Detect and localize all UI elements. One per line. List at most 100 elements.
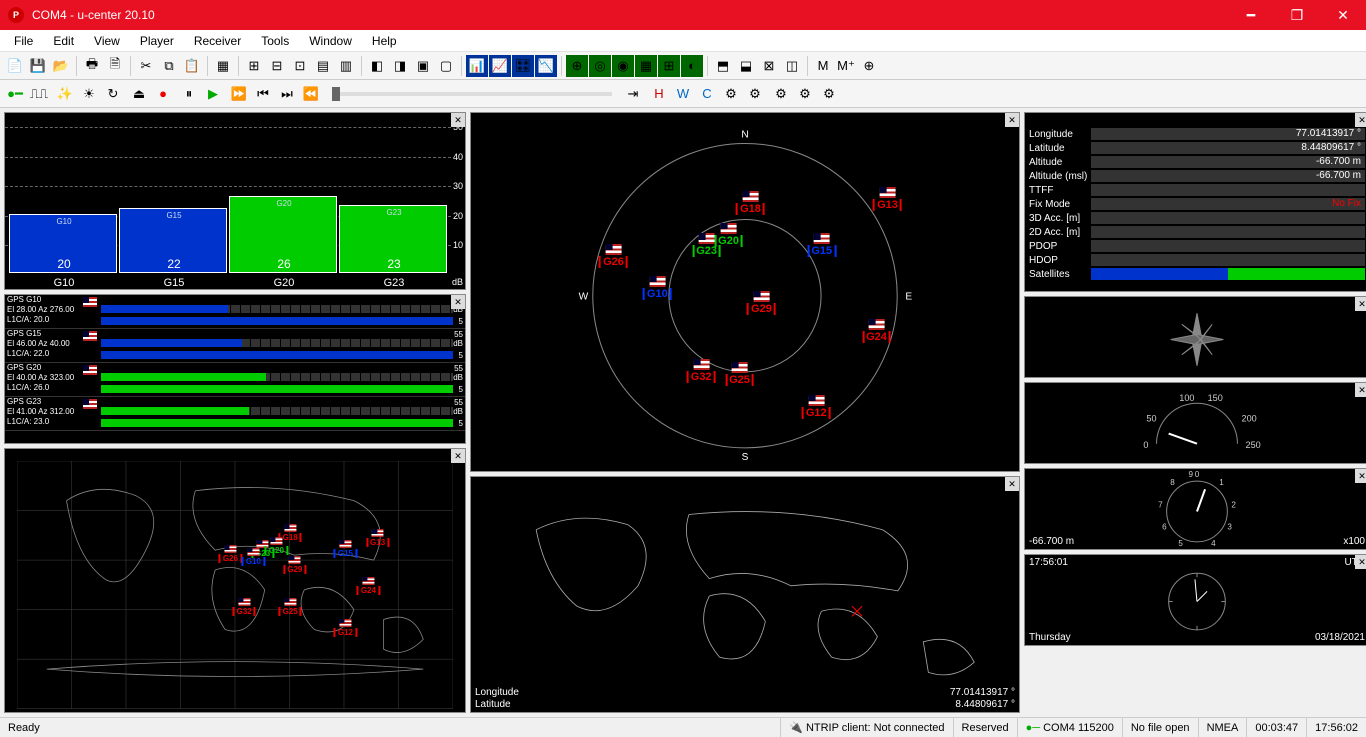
wand-icon[interactable]: ✨ bbox=[54, 83, 76, 105]
open-icon[interactable]: 📂 bbox=[50, 55, 72, 77]
sat-marker: G24 bbox=[357, 577, 380, 595]
sun-icon[interactable]: ☀ bbox=[78, 83, 100, 105]
svg-text:2: 2 bbox=[1231, 500, 1236, 509]
svg-text:0: 0 bbox=[1143, 440, 1148, 450]
msg2-icon[interactable]: ⬓ bbox=[735, 55, 757, 77]
dock4-icon[interactable]: 📉 bbox=[535, 55, 557, 77]
gear2-icon[interactable]: ⚙ bbox=[744, 83, 766, 105]
view1-icon[interactable]: ⊞ bbox=[243, 55, 265, 77]
svg-text:150: 150 bbox=[1208, 393, 1223, 403]
dock1-icon[interactable]: 📊 bbox=[466, 55, 488, 77]
menu-file[interactable]: File bbox=[4, 31, 43, 51]
pane-close-icon[interactable]: ✕ bbox=[1355, 469, 1366, 483]
win2-icon[interactable]: ◎ bbox=[589, 55, 611, 77]
sat-marker: G25 bbox=[725, 362, 754, 386]
gnss3-icon[interactable]: ⚙ bbox=[818, 83, 840, 105]
clock-pane: ✕ 17:56:01 UTC Thursday 03/18/2021 bbox=[1024, 554, 1366, 646]
step-back-icon[interactable]: ⏮ bbox=[252, 83, 274, 105]
maximize-button[interactable]: ❐ bbox=[1274, 0, 1320, 30]
win1-icon[interactable]: ⊕ bbox=[566, 55, 588, 77]
view5-icon[interactable]: ▥ bbox=[335, 55, 357, 77]
sat-marker: G32 bbox=[233, 598, 256, 616]
win4-icon[interactable]: ▦ bbox=[635, 55, 657, 77]
connect-icon[interactable]: ●━ bbox=[4, 83, 26, 105]
dock2-icon[interactable]: 📈 bbox=[489, 55, 511, 77]
pane-close-icon[interactable]: ✕ bbox=[451, 113, 465, 127]
hot-h-icon[interactable]: H bbox=[648, 83, 670, 105]
tool-a-icon[interactable]: ▦ bbox=[212, 55, 234, 77]
menu-receiver[interactable]: Receiver bbox=[184, 31, 251, 51]
sat-row: GPS G23El 41.00 Az 312.00L1C/A: 23.0 55d… bbox=[5, 397, 465, 431]
pane-close-icon[interactable]: ✕ bbox=[1355, 555, 1366, 569]
reset-icon[interactable]: ↻ bbox=[102, 83, 124, 105]
pane-close-icon[interactable]: ✕ bbox=[1005, 477, 1019, 491]
deviation-map-pane: ✕ Longitude 77.01413917 ° Latitude 8.448… bbox=[470, 476, 1020, 713]
pane-close-icon[interactable]: ✕ bbox=[451, 449, 465, 463]
layout1-icon[interactable]: ◧ bbox=[366, 55, 388, 77]
pane-close-icon[interactable]: ✕ bbox=[1355, 113, 1366, 127]
paste-icon[interactable]: 📋 bbox=[181, 55, 203, 77]
dock3-icon[interactable]: 🎛 bbox=[512, 55, 534, 77]
win5-icon[interactable]: ⊞ bbox=[658, 55, 680, 77]
menu-tools[interactable]: Tools bbox=[251, 31, 299, 51]
win6-icon[interactable]: ◐ bbox=[681, 55, 703, 77]
player-slider[interactable] bbox=[332, 92, 612, 96]
pane-close-icon[interactable]: ✕ bbox=[1355, 297, 1366, 311]
cfg3-icon[interactable]: ⊕ bbox=[858, 55, 880, 77]
pane-close-icon[interactable]: ✕ bbox=[451, 295, 465, 309]
end-icon[interactable]: ⇥ bbox=[622, 83, 644, 105]
cfg2-icon[interactable]: M⁺ bbox=[835, 55, 857, 77]
print-icon[interactable]: 🖶 bbox=[81, 55, 103, 77]
menu-help[interactable]: Help bbox=[362, 31, 407, 51]
gnss2-icon[interactable]: ⚙ bbox=[794, 83, 816, 105]
data-row: Longitude77.01413917 ° bbox=[1025, 127, 1366, 141]
ffwd-icon[interactable]: ⏩ bbox=[228, 83, 250, 105]
cold-c-icon[interactable]: C bbox=[696, 83, 718, 105]
gear1-icon[interactable]: ⚙ bbox=[720, 83, 742, 105]
pane-close-icon[interactable]: ✕ bbox=[1005, 113, 1019, 127]
rewind-icon[interactable]: ⏪ bbox=[300, 83, 322, 105]
warm-w-icon[interactable]: W bbox=[672, 83, 694, 105]
view2-icon[interactable]: ⊟ bbox=[266, 55, 288, 77]
step-fwd-icon[interactable]: ⏭ bbox=[276, 83, 298, 105]
preview-icon[interactable]: 🗎 bbox=[104, 55, 126, 77]
pane-close-icon[interactable]: ✕ bbox=[1355, 383, 1366, 397]
msg1-icon[interactable]: ⬒ bbox=[712, 55, 734, 77]
msg4-icon[interactable]: ◫ bbox=[781, 55, 803, 77]
copy-icon[interactable]: ⧉ bbox=[158, 55, 180, 77]
menu-window[interactable]: Window bbox=[299, 31, 362, 51]
menu-edit[interactable]: Edit bbox=[43, 31, 84, 51]
record-icon[interactable]: ● bbox=[152, 83, 174, 105]
view4-icon[interactable]: ▤ bbox=[312, 55, 334, 77]
svg-text:200: 200 bbox=[1242, 413, 1257, 423]
sat-marker: G29 bbox=[747, 291, 776, 315]
close-button[interactable]: ✕ bbox=[1320, 0, 1366, 30]
baud-icon[interactable]: ⎍⎍ bbox=[28, 83, 50, 105]
svg-text:7: 7 bbox=[1158, 500, 1163, 509]
svg-text:S: S bbox=[742, 452, 749, 463]
pause-icon[interactable]: ⏸ bbox=[178, 83, 200, 105]
menu-player[interactable]: Player bbox=[130, 31, 184, 51]
view3-icon[interactable]: ⊡ bbox=[289, 55, 311, 77]
win3-icon[interactable]: ◉ bbox=[612, 55, 634, 77]
gnss1-icon[interactable]: ⚙ bbox=[770, 83, 792, 105]
cut-icon[interactable]: ✂ bbox=[135, 55, 157, 77]
layout2-icon[interactable]: ◨ bbox=[389, 55, 411, 77]
layout4-icon[interactable]: ▢ bbox=[435, 55, 457, 77]
data-row: 2D Acc. [m] bbox=[1025, 225, 1366, 239]
db-label: dB bbox=[452, 277, 463, 287]
msg3-icon[interactable]: ⊠ bbox=[758, 55, 780, 77]
data-row: Latitude8.44809617 ° bbox=[1025, 141, 1366, 155]
new-icon[interactable]: 📄 bbox=[4, 55, 26, 77]
ntrip-icon: 🔌 bbox=[789, 721, 803, 734]
minimize-button[interactable]: ━ bbox=[1228, 0, 1274, 30]
lat-label: Latitude bbox=[475, 699, 511, 710]
svg-text:E: E bbox=[905, 292, 912, 303]
layout3-icon[interactable]: ▣ bbox=[412, 55, 434, 77]
play-icon[interactable]: ▶ bbox=[202, 83, 224, 105]
menu-view[interactable]: View bbox=[84, 31, 130, 51]
status-time: 17:56:02 bbox=[1306, 718, 1366, 737]
eject-icon[interactable]: ⏏ bbox=[128, 83, 150, 105]
cfg1-icon[interactable]: M bbox=[812, 55, 834, 77]
save-icon[interactable]: 💾 bbox=[27, 55, 49, 77]
